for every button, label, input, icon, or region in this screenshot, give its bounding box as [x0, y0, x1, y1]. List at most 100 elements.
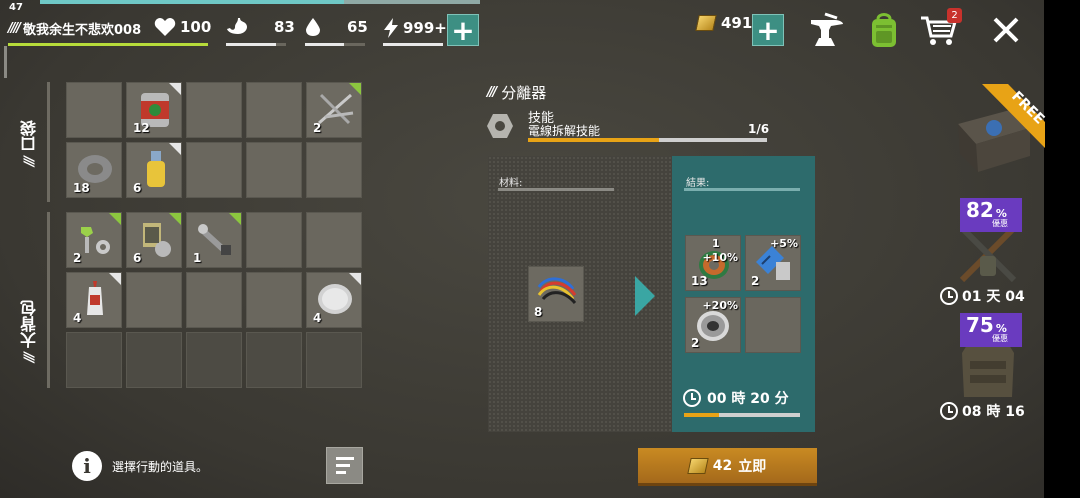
close-icon	[993, 17, 1019, 43]
discount-offer-2[interactable]: 75% 優惠 08 時 16	[940, 313, 1040, 423]
food-stat: 83	[226, 17, 295, 46]
inventory-slot-empty[interactable]	[186, 82, 242, 138]
player-name-area[interactable]: //// 敬我余生不悲欢008	[8, 19, 141, 38]
inventory-slot-empty[interactable]	[186, 142, 242, 198]
result-count: 2	[691, 336, 700, 350]
slashes-icon: ////	[8, 21, 21, 36]
inventory-slot[interactable]: 2	[66, 212, 122, 268]
player-level: 47	[9, 2, 23, 13]
result-slot-empty[interactable]	[745, 297, 801, 353]
inventory-slot[interactable]: 1	[186, 212, 242, 268]
anvil-button[interactable]	[806, 10, 846, 50]
clock-icon	[683, 389, 701, 407]
health-value: 100	[180, 18, 212, 36]
material-count: 8	[534, 305, 543, 319]
offer-timer: 08 時 16	[940, 401, 1025, 421]
inventory-slot[interactable]: 6	[126, 142, 182, 198]
food-bar	[226, 43, 286, 46]
inventory-slot[interactable]: 6	[126, 212, 182, 268]
inventory-slot-empty[interactable]	[246, 212, 302, 268]
inventory-slot[interactable]: 12	[126, 82, 182, 138]
materials-label: 材料:	[499, 178, 523, 189]
result-slot[interactable]: 1 +10% 13	[685, 235, 741, 291]
timer-value: 00 時 20 分	[707, 391, 789, 407]
energy-bar	[383, 43, 443, 46]
water-bar	[305, 43, 365, 46]
inventory-slot[interactable]	[126, 332, 182, 388]
gold-bar-icon	[687, 457, 709, 474]
clock-icon	[940, 287, 958, 305]
inventory-slot[interactable]	[246, 332, 302, 388]
player-health-bar	[8, 43, 208, 46]
material-slot[interactable]: 8	[528, 266, 584, 322]
offer-timer: 01 天 04	[940, 286, 1025, 306]
side-handle	[4, 46, 7, 78]
result-bonus: +20%	[702, 299, 738, 312]
inventory-slot-empty[interactable]	[246, 272, 302, 328]
pocket-divider	[47, 82, 50, 202]
result-count: 2	[751, 274, 760, 288]
item-count: 4	[313, 311, 322, 325]
add-energy-button[interactable]: +	[447, 14, 479, 47]
stomach-icon	[227, 18, 248, 34]
chest-icon	[958, 84, 1045, 172]
gold-display: 491	[695, 14, 753, 32]
skill-progress: 1/6	[748, 122, 770, 136]
panel-title: ///分離器	[487, 84, 547, 102]
buy-amount: 42	[712, 457, 733, 474]
shop-cart-button[interactable]: 2	[918, 8, 962, 50]
gold-bar-icon	[695, 15, 717, 31]
result-slot[interactable]: +20% 2	[685, 297, 741, 353]
inventory-slot-empty[interactable]	[246, 142, 302, 198]
inventory-slot[interactable]: 2	[306, 82, 362, 138]
inventory-slot-empty[interactable]	[306, 212, 362, 268]
add-gold-button[interactable]: +	[752, 14, 784, 47]
inventory-slot[interactable]: 4	[66, 272, 122, 328]
water-stat: 65	[305, 17, 368, 46]
skill-progress-bar	[528, 138, 767, 142]
nut-icon	[487, 114, 513, 138]
screen-edge	[1044, 0, 1080, 498]
results-label: 結果:	[686, 178, 710, 189]
backpack-label: ///大背包	[20, 300, 39, 363]
inventory-slot-empty[interactable]	[126, 272, 182, 328]
energy-value: 999+	[403, 19, 447, 37]
discount-offer-1[interactable]: 82% 優惠 01 天 04	[940, 198, 1040, 308]
inventory-slot-empty[interactable]	[66, 82, 122, 138]
item-count: 18	[73, 181, 90, 195]
item-count: 12	[133, 121, 150, 135]
result-slot[interactable]: +5% 2	[745, 235, 801, 291]
result-bonus: +5%	[770, 237, 798, 250]
inventory-slot[interactable]: 18	[66, 142, 122, 198]
energy-stat: 999+	[383, 17, 447, 46]
cart-badge: 2	[947, 8, 962, 23]
item-count: 6	[133, 181, 142, 195]
instant-finish-button[interactable]: 42 立即	[638, 448, 817, 486]
result-bonus: +10%	[702, 251, 738, 264]
materials-underline	[498, 188, 614, 191]
health-stat: 100	[154, 17, 211, 37]
food-value: 83	[274, 18, 295, 36]
sort-list-button[interactable]	[326, 447, 363, 484]
gold-value: 491	[721, 14, 753, 32]
arrow-right-icon	[635, 276, 655, 316]
info-icon[interactable]: i	[72, 451, 102, 481]
backpack-button[interactable]	[864, 10, 904, 50]
result-top-count: 1	[712, 237, 720, 250]
player-name: 敬我余生不悲欢008	[23, 23, 142, 38]
free-chest-offer[interactable]: FREE	[950, 84, 1047, 179]
inventory-slot-empty[interactable]	[186, 272, 242, 328]
close-button[interactable]	[986, 10, 1026, 50]
inventory-slot[interactable]: 4	[306, 272, 362, 328]
inventory-slot[interactable]	[186, 332, 242, 388]
backpack-divider	[47, 212, 50, 388]
inventory-slot[interactable]	[306, 332, 362, 388]
item-count: 1	[193, 251, 202, 265]
inventory-slot-empty[interactable]	[306, 142, 362, 198]
inventory-slot-empty[interactable]	[246, 82, 302, 138]
discount-tag: 75% 優惠	[960, 313, 1022, 347]
lightning-icon	[384, 18, 398, 38]
experience-bar	[40, 0, 480, 4]
inventory-slot[interactable]	[66, 332, 122, 388]
buy-label: 立即	[738, 458, 767, 475]
